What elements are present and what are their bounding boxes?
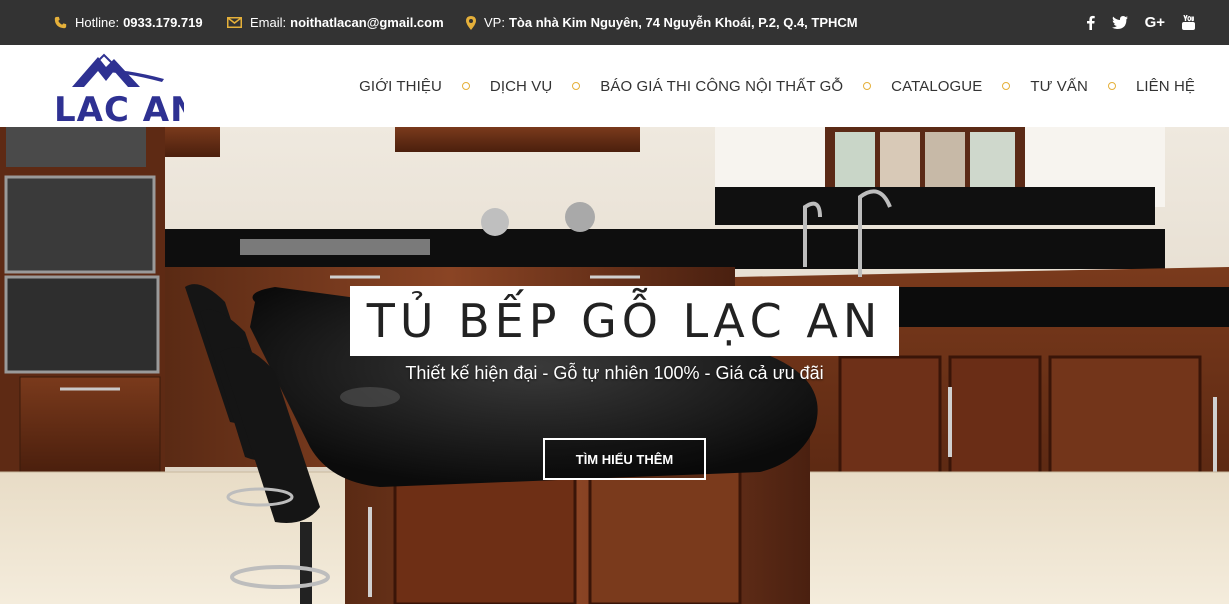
map-marker-icon	[466, 15, 476, 30]
nav-item-dich-vu[interactable]: DỊCH VỤ	[490, 78, 552, 95]
google-plus-icon[interactable]: G+	[1145, 14, 1165, 31]
nav-item-tu-van[interactable]: TƯ VẤN	[1030, 78, 1088, 95]
nav-item-catalogue[interactable]: CATALOGUE	[891, 78, 982, 95]
email-label: Email:	[250, 15, 287, 30]
nav-separator-dot	[461, 82, 470, 90]
facebook-icon[interactable]	[1086, 15, 1095, 30]
nav-separator-dot	[1107, 82, 1116, 90]
hotline-value[interactable]: 0933.179.719	[123, 15, 203, 30]
hotline-info[interactable]: Hotline: 0933.179.719	[54, 0, 203, 45]
hotline-label: Hotline:	[75, 15, 120, 30]
phone-icon	[54, 16, 67, 29]
address-label: VP:	[484, 15, 505, 30]
youtube-icon[interactable]	[1182, 15, 1195, 30]
main-header: LAC AN GIỚI THIỆU DỊCH VỤ BÁO GIÁ THI CÔ…	[0, 45, 1229, 130]
envelope-icon	[227, 17, 242, 28]
mountain-logo-icon: LAC AN	[54, 53, 199, 130]
main-nav: GIỚI THIỆU DỊCH VỤ BÁO GIÁ THI CÔNG NỘI …	[359, 45, 1195, 127]
logo-wordmark: LAC AN	[54, 90, 184, 123]
hero-banner: TỦ BẾP GỖ LẠC AN Thiết kế hiện đại - Gỗ …	[0, 127, 1229, 604]
social-links: G+	[1086, 0, 1195, 45]
nav-separator-dot	[572, 82, 581, 90]
email-info[interactable]: Email: noithatlacan@gmail.com	[227, 0, 444, 45]
top-bar: Hotline: 0933.179.719 Email: noithatlaca…	[0, 0, 1229, 45]
address-info: VP: Tòa nhà Kim Nguyên, 74 Nguyễn Khoái,…	[466, 0, 858, 45]
nav-item-lien-he[interactable]: LIÊN HỆ	[1136, 78, 1195, 95]
logo[interactable]: LAC AN	[54, 51, 199, 130]
nav-item-gioi-thieu[interactable]: GIỚI THIỆU	[359, 78, 442, 95]
learn-more-button[interactable]: TÌM HIỂU THÊM	[543, 438, 706, 480]
hero-title: TỦ BẾP GỖ LẠC AN	[350, 286, 899, 356]
nav-separator-dot	[1002, 82, 1011, 90]
address-value: Tòa nhà Kim Nguyên, 74 Nguyễn Khoái, P.2…	[508, 15, 858, 30]
nav-separator-dot	[863, 82, 872, 90]
nav-item-bao-gia[interactable]: BÁO GIÁ THI CÔNG NỘI THẤT GỖ	[600, 78, 843, 95]
hero-subtitle: Thiết kế hiện đại - Gỗ tự nhiên 100% - G…	[405, 363, 824, 383]
twitter-icon[interactable]	[1111, 16, 1128, 29]
email-value[interactable]: noithatlacan@gmail.com	[290, 15, 444, 30]
